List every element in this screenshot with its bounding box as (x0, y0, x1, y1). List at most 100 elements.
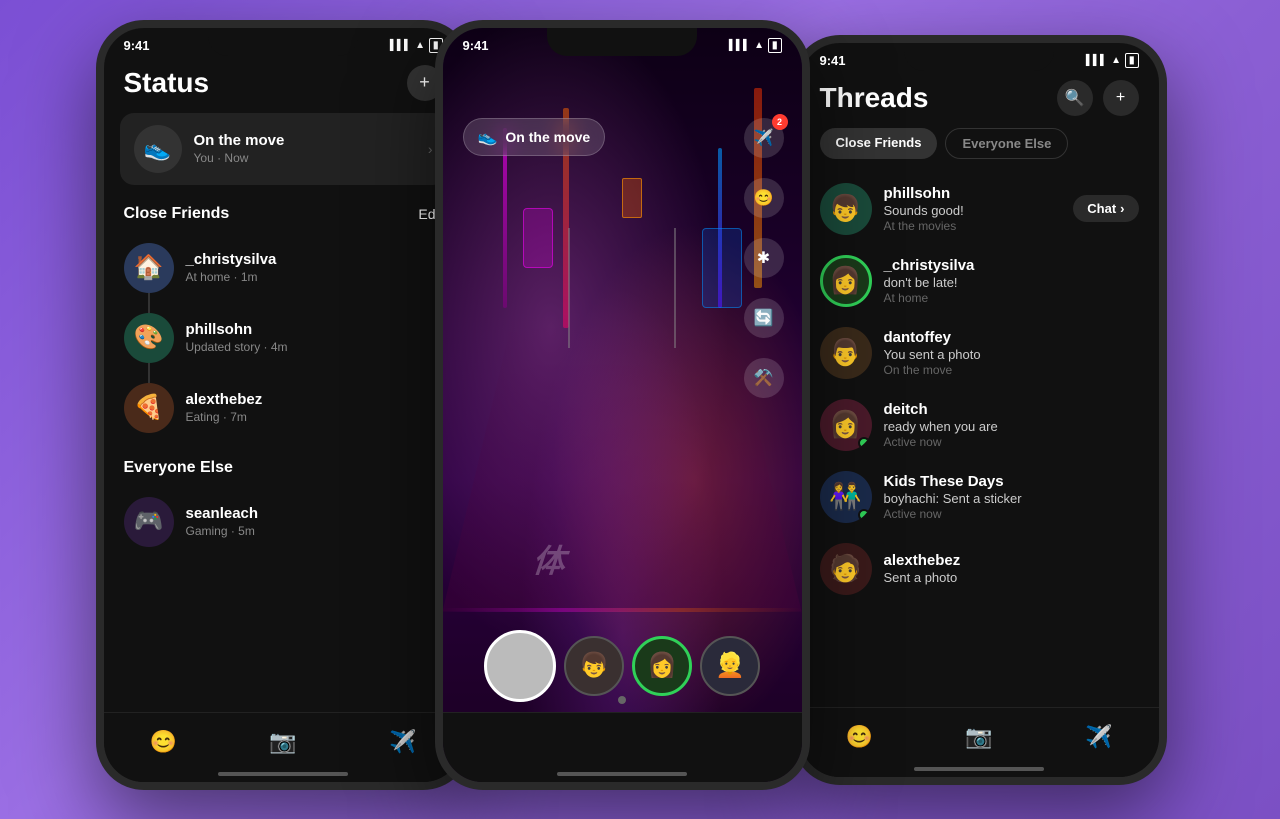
bottom-nav-3: 😊 📷 ✈️ (800, 707, 1159, 777)
seanleach-status: Gaming · 5m (186, 524, 427, 538)
christysilva-name: _christysilva (186, 251, 427, 268)
thread-deitch[interactable]: 👩 deitch ready when you are Active now (800, 389, 1159, 461)
story-avatar-3[interactable]: 👱 (700, 636, 760, 696)
nav-camera-1[interactable]: 📷 (269, 729, 296, 755)
phillsohn-status: Updated story · 4m (186, 340, 427, 354)
tools-icon: ⚒️ (754, 368, 774, 388)
signal-icon-2: ▌▌▌ (729, 40, 750, 51)
thread-avatar-christysilva: 👩 (820, 255, 872, 307)
friend-item-phillsohn[interactable]: 🎨 phillsohn Updated story · 4m › (104, 303, 463, 373)
thread-sub-christysilva: At home (884, 291, 1139, 305)
nav-emoji-3[interactable]: 😊 (846, 724, 873, 750)
thread-avatar-phillsohn: 👦 (820, 183, 872, 235)
thread-msg-phillsohn: Sounds good! (884, 203, 1062, 218)
thread-avatar-kids: 👫 (820, 471, 872, 523)
thread-info-christysilva: _christysilva don't be late! At home (884, 257, 1139, 305)
status-pill-text: On the move (505, 129, 590, 145)
alexthebez-info: alexthebez Eating · 7m (186, 391, 427, 424)
my-status-sub: You · Now (194, 151, 416, 165)
christysilva-info: _christysilva At home · 1m (186, 251, 427, 284)
thread-info-phillsohn: phillsohn Sounds good! At the movies (884, 185, 1062, 233)
thread-info-alexthebez: alexthebez Sent a photo (884, 552, 1139, 585)
status-icons-2: ▌▌▌ ▲ ▮ (729, 38, 782, 53)
status-icons-3: ▌▌▌ ▲ ▮ (1086, 53, 1139, 68)
threads-search-button[interactable]: 🔍 (1057, 80, 1093, 116)
close-friends-header: Close Friends Edit (104, 205, 463, 233)
send-icon: ✈️ (754, 128, 774, 148)
seanleach-info: seanleach Gaming · 5m (186, 505, 427, 538)
thread-msg-kids: boyhachi: Sent a sticker (884, 491, 1139, 506)
story-avatar-2[interactable]: 👩 (632, 636, 692, 696)
tab-everyone-else[interactable]: Everyone Else (945, 128, 1068, 159)
phone-status: 9:41 ▌▌▌ ▲ ▮ Status + 👟 On the move You … (96, 20, 471, 790)
thread-name-dantoffey: dantoffey (884, 329, 1139, 346)
story-avatar-1[interactable]: 👦 (564, 636, 624, 696)
thread-sub-deitch: Active now (884, 435, 1139, 449)
time-1: 9:41 (124, 38, 150, 53)
thread-sub-phillsohn: At the movies (884, 219, 1062, 233)
signal-icon-1: ▌▌▌ (390, 40, 411, 51)
my-story-avatar[interactable] (484, 630, 556, 702)
threads-header-icons: 🔍 + (1057, 80, 1139, 116)
wifi-icon-3: ▲ (1111, 55, 1121, 66)
chat-label: Chat (1087, 201, 1116, 216)
story-avatars: 👦 👩 👱 (443, 630, 802, 702)
send-icon-btn[interactable]: ✈️ 2 (744, 118, 784, 158)
emoji-icon-btn[interactable]: 😊 (744, 178, 784, 218)
thread-name-christysilva: _christysilva (884, 257, 1139, 274)
my-status-item[interactable]: 👟 On the move You · Now › (120, 113, 447, 185)
camera-dot (618, 696, 626, 704)
thread-phillsohn[interactable]: 👦 phillsohn Sounds good! At the movies C… (800, 173, 1159, 245)
graffiti-overlay: 体 (530, 536, 566, 582)
status-icons-1: ▌▌▌ ▲ ▮ (390, 38, 443, 53)
battery-icon-2: ▮ (768, 38, 782, 53)
thread-christysilva[interactable]: 👩 _christysilva don't be late! At home (800, 245, 1159, 317)
status-title: Status (124, 67, 210, 99)
snap-icon: ✱ (757, 248, 770, 268)
nav-send-3[interactable]: ✈️ (1085, 724, 1112, 750)
friend-item-seanleach[interactable]: 🎮 seanleach Gaming · 5m › (104, 487, 463, 557)
thread-msg-alexthebez: Sent a photo (884, 570, 1139, 585)
threads-header: Threads 🔍 + (800, 72, 1159, 128)
chat-chevron: › (1120, 201, 1124, 216)
close-friends-title: Close Friends (124, 205, 230, 223)
search-icon: 🔍 (1065, 88, 1085, 108)
flip-icon: 🔄 (754, 308, 774, 328)
seanleach-name: seanleach (186, 505, 427, 522)
thread-dantoffey[interactable]: 👨 dantoffey You sent a photo On the move (800, 317, 1159, 389)
snap-icon-btn[interactable]: ✱ (744, 238, 784, 278)
time-2: 9:41 (463, 38, 489, 53)
thread-avatar-alexthebez: 🧑 (820, 543, 872, 595)
phone-notch-3 (904, 43, 1054, 71)
status-pill-icon: 👟 (478, 127, 498, 147)
tab-close-friends[interactable]: Close Friends (820, 128, 938, 159)
thread-sub-dantoffey: On the move (884, 363, 1139, 377)
thread-alexthebez[interactable]: 🧑 alexthebez Sent a photo (800, 533, 1159, 605)
chat-button-phillsohn[interactable]: Chat › (1073, 195, 1138, 222)
my-status-name: On the move (194, 132, 416, 149)
thread-kids-these-days[interactable]: 👫 Kids These Days boyhachi: Sent a stick… (800, 461, 1159, 533)
threads-add-button[interactable]: + (1103, 80, 1139, 116)
my-status-info: On the move You · Now (194, 132, 416, 165)
battery-icon-3: ▮ (1125, 53, 1139, 68)
right-icons: ✈️ 2 😊 ✱ 🔄 ⚒️ (744, 118, 784, 398)
seanleach-avatar: 🎮 (124, 497, 174, 547)
thread-info-dantoffey: dantoffey You sent a photo On the move (884, 329, 1139, 377)
alexthebez-status: Eating · 7m (186, 410, 427, 424)
nav-camera-3[interactable]: 📷 (965, 724, 992, 750)
phillsohn-name: phillsohn (186, 321, 427, 338)
status-pill[interactable]: 👟 On the move (463, 118, 606, 156)
thread-avatar-dantoffey: 👨 (820, 327, 872, 379)
online-dot-kids (858, 509, 870, 521)
thread-name-phillsohn: phillsohn (884, 185, 1062, 202)
nav-send-1[interactable]: ✈️ (389, 729, 416, 755)
thread-info-deitch: deitch ready when you are Active now (884, 401, 1139, 449)
wifi-icon-1: ▲ (415, 40, 425, 51)
flip-icon-btn[interactable]: 🔄 (744, 298, 784, 338)
friend-item-alexthebez[interactable]: 🍕 alexthebez Eating · 7m › (104, 373, 463, 443)
phillsohn-avatar: 🎨 (124, 313, 174, 363)
nav-emoji-1[interactable]: 😊 (150, 729, 177, 755)
everyone-else-title: Everyone Else (124, 459, 233, 477)
tools-icon-btn[interactable]: ⚒️ (744, 358, 784, 398)
friend-item-christysilva[interactable]: 🏠 _christysilva At home · 1m › (104, 233, 463, 303)
